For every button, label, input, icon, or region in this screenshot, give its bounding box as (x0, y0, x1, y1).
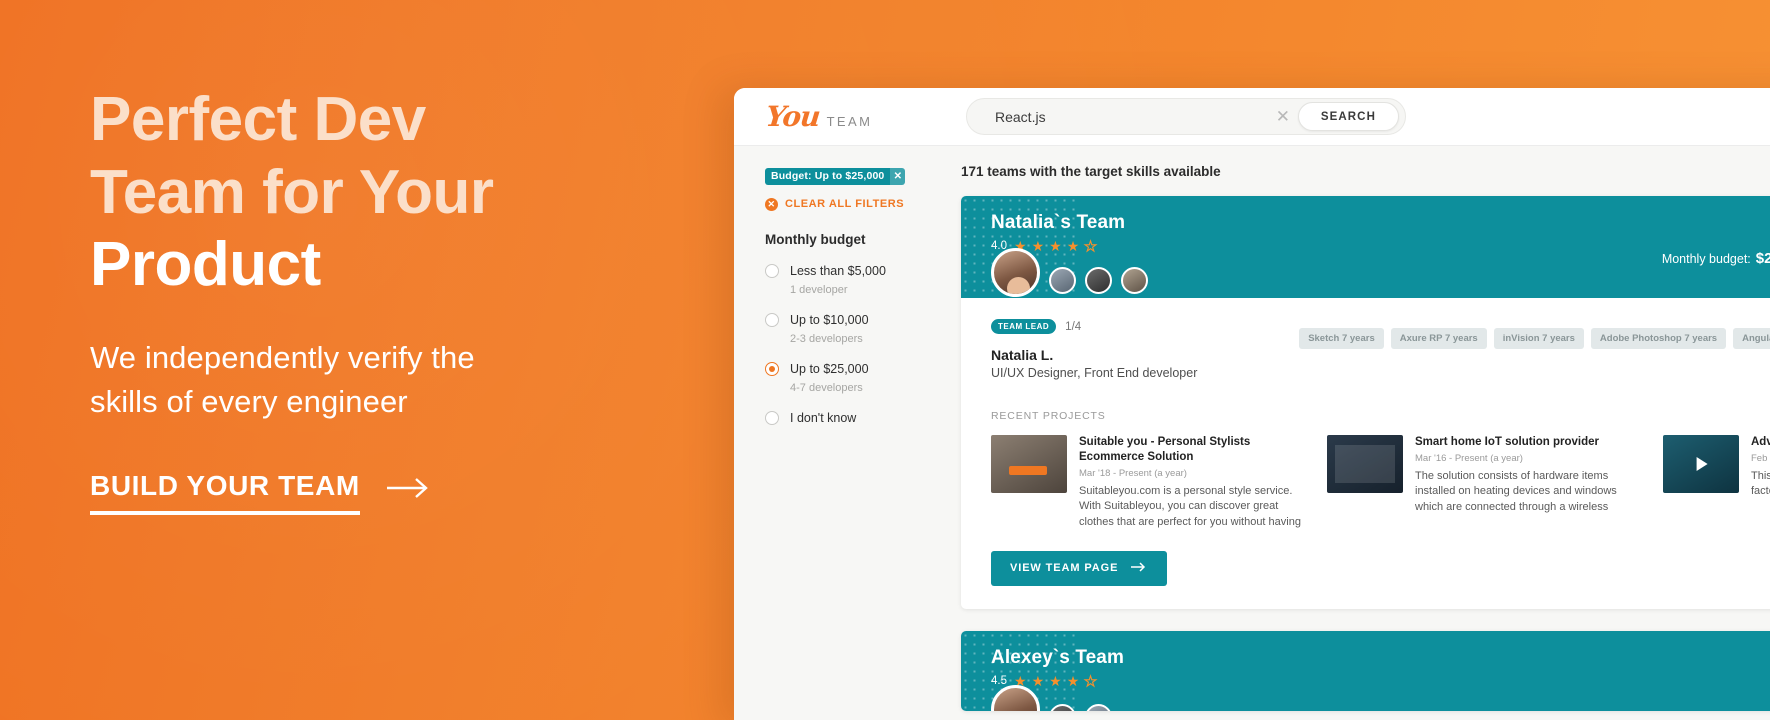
skill-tag: Adobe Photoshop 7 years (1590, 328, 1727, 349)
monthly-budget-label: Monthly budget: (1661, 252, 1751, 266)
avatar-team-lead[interactable] (991, 684, 1040, 711)
team-card-body: TEAM LEAD 1/4 Natalia L. UI/UX Designer,… (961, 298, 1770, 609)
project-thumbnail (1327, 435, 1403, 493)
search-input[interactable]: React.js (995, 109, 1272, 125)
arrow-right-icon (1131, 562, 1148, 575)
logo[interactable]: You TEAM (764, 99, 962, 133)
build-your-team-button[interactable]: BUILD YOUR TEAM (90, 470, 432, 515)
close-icon[interactable]: ✕ (890, 167, 906, 185)
team-avatars (991, 684, 1112, 711)
team-card-header: Alexey`s Team 4.5 ★ ★ ★ ★ ★ (961, 630, 1770, 711)
skill-tags: Sketch 7 years Axure RP 7 years inVision… (1299, 328, 1770, 349)
filter-option-less-than-5000[interactable]: Less than $5,000 1 developer (765, 262, 923, 296)
filter-option-sub: 4-7 developers (790, 381, 863, 394)
avatar-team-lead[interactable] (991, 248, 1040, 297)
project-date: Mar '18 - Present (a year) (1079, 467, 1187, 479)
filter-option-up-to-25000[interactable]: Up to $25,000 4-7 developers (765, 360, 923, 394)
project-item[interactable]: Smart home IoT solution provider Mar '16… (1327, 435, 1637, 530)
logo-word: TEAM (826, 113, 873, 129)
recent-projects-list: Suitable you - Personal Stylists Ecommer… (961, 422, 1770, 530)
logo-mark: You (764, 99, 822, 133)
app-topbar: You TEAM React.js ✕ SEARCH (734, 88, 1770, 146)
active-filter-label: Budget: Up to $25,000 (771, 170, 885, 182)
subheadline-line-1: We independently verify the (90, 339, 475, 375)
hero-copy: Perfect Dev Team for Your Product We ind… (90, 84, 710, 515)
project-item[interactable]: Advanon - Factoring for SMEs Feb '18 - P… (1663, 435, 1770, 530)
headline-line-3: Product (90, 230, 321, 300)
arrow-right-icon (386, 476, 432, 505)
skill-tag: Axure RP 7 years (1390, 328, 1487, 349)
page-title: Perfect Dev Team for Your Product (90, 84, 710, 302)
member-counter: 1/4 (1065, 320, 1082, 333)
close-circle-icon: ✕ (765, 197, 778, 211)
radio-icon[interactable] (765, 312, 779, 327)
hero-subheadline: We independently verify the skills of ev… (90, 336, 710, 424)
skill-tag: AngularJS 7 years (1733, 328, 1770, 349)
team-name: Alexey`s Team (991, 646, 1124, 668)
radio-icon[interactable] (765, 410, 779, 425)
recent-projects-label: RECENT PROJECTS (991, 410, 1106, 422)
project-description: This project transforms the industry of … (1751, 469, 1770, 498)
avatar[interactable] (1121, 267, 1148, 294)
filter-option-sub: 1 developer (790, 283, 848, 296)
team-card-header: Natalia`s Team 4.0 ★ ★ ★ ★ ★ Monthly bud… (961, 196, 1770, 298)
project-date: Feb '18 - Present (a year) (1751, 452, 1770, 464)
close-icon[interactable]: ✕ (1272, 106, 1294, 128)
status-badge: TEAM LEAD (991, 319, 1057, 334)
team-card[interactable]: Alexey`s Team 4.5 ★ ★ ★ ★ ★ (961, 630, 1770, 711)
team-card[interactable]: Natalia`s Team 4.0 ★ ★ ★ ★ ★ Monthly bud… (961, 196, 1770, 609)
filter-option-label: Up to $25,000 (790, 361, 869, 376)
filter-option-up-to-10000[interactable]: Up to $10,000 2-3 developers (765, 311, 923, 345)
filter-option-label: I don't know (790, 410, 857, 425)
project-date: Mar '16 - Present (a year) (1415, 452, 1523, 464)
avatar[interactable] (1085, 703, 1112, 711)
results-count: 171 teams with the target skills availab… (961, 164, 1221, 179)
project-thumbnail (991, 435, 1067, 493)
project-item[interactable]: Suitable you - Personal Stylists Ecommer… (991, 435, 1301, 530)
active-filter-chip[interactable]: Budget: Up to $25,000 ✕ (765, 167, 906, 185)
member-role: UI/UX Designer, Front End developer (991, 366, 1198, 380)
app-screenshot-panel: You TEAM React.js ✕ SEARCH Budget: Up to… (734, 88, 1770, 720)
clear-all-label: CLEAR ALL FILTERS (785, 198, 905, 210)
avatar[interactable] (1049, 703, 1076, 711)
avatar[interactable] (1049, 267, 1076, 294)
headline-line-1: Perfect Dev (90, 85, 426, 154)
skill-tag: inVision 7 years (1493, 328, 1584, 349)
team-avatars (991, 248, 1148, 297)
avatar[interactable] (1085, 267, 1112, 294)
project-description: Suitableyou.com is a personal style serv… (1079, 484, 1301, 528)
monthly-budget: Monthly budget: $23,200 (1662, 250, 1770, 267)
view-team-page-button[interactable]: VIEW TEAM PAGE (991, 550, 1168, 586)
results-column: 171 teams with the target skills availab… (939, 146, 1770, 720)
filter-option-label: Less than $5,000 (790, 263, 886, 278)
project-title: Smart home IoT solution provider (1415, 436, 1600, 448)
clear-all-filters-button[interactable]: ✕ CLEAR ALL FILTERS (765, 197, 923, 211)
project-description: The solution consists of hardware items … (1415, 469, 1617, 513)
filter-sidebar: Budget: Up to $25,000 ✕ ✕ CLEAR ALL FILT… (734, 146, 939, 720)
search-bar[interactable]: React.js ✕ SEARCH (966, 98, 1406, 135)
filter-option-sub: 2-3 developers (790, 332, 863, 345)
filter-option-i-dont-know[interactable]: I don't know (765, 409, 923, 427)
filter-option-label: Up to $10,000 (790, 312, 869, 327)
radio-icon-selected[interactable] (765, 361, 779, 376)
radio-icon[interactable] (765, 263, 779, 278)
skill-tag: Sketch 7 years (1299, 328, 1384, 349)
team-name: Natalia`s Team (991, 212, 1126, 233)
cta-label: BUILD YOUR TEAM (90, 470, 360, 515)
app-body: Budget: Up to $25,000 ✕ ✕ CLEAR ALL FILT… (734, 146, 1770, 720)
headline-line-2: Team for Your (90, 157, 494, 227)
member-name: Natalia L. (991, 347, 1054, 363)
filter-group-title: Monthly budget (765, 231, 866, 247)
monthly-budget-amount: $23,200 (1755, 250, 1770, 267)
subheadline-line-2: skills of every engineer (90, 383, 408, 419)
search-button[interactable]: SEARCH (1297, 102, 1399, 131)
project-title: Advanon - Factoring for SMEs (1751, 436, 1770, 448)
view-team-page-label: VIEW TEAM PAGE (1010, 562, 1119, 575)
project-thumbnail (1663, 435, 1739, 493)
project-title: Suitable you - Personal Stylists Ecommer… (1079, 436, 1251, 463)
